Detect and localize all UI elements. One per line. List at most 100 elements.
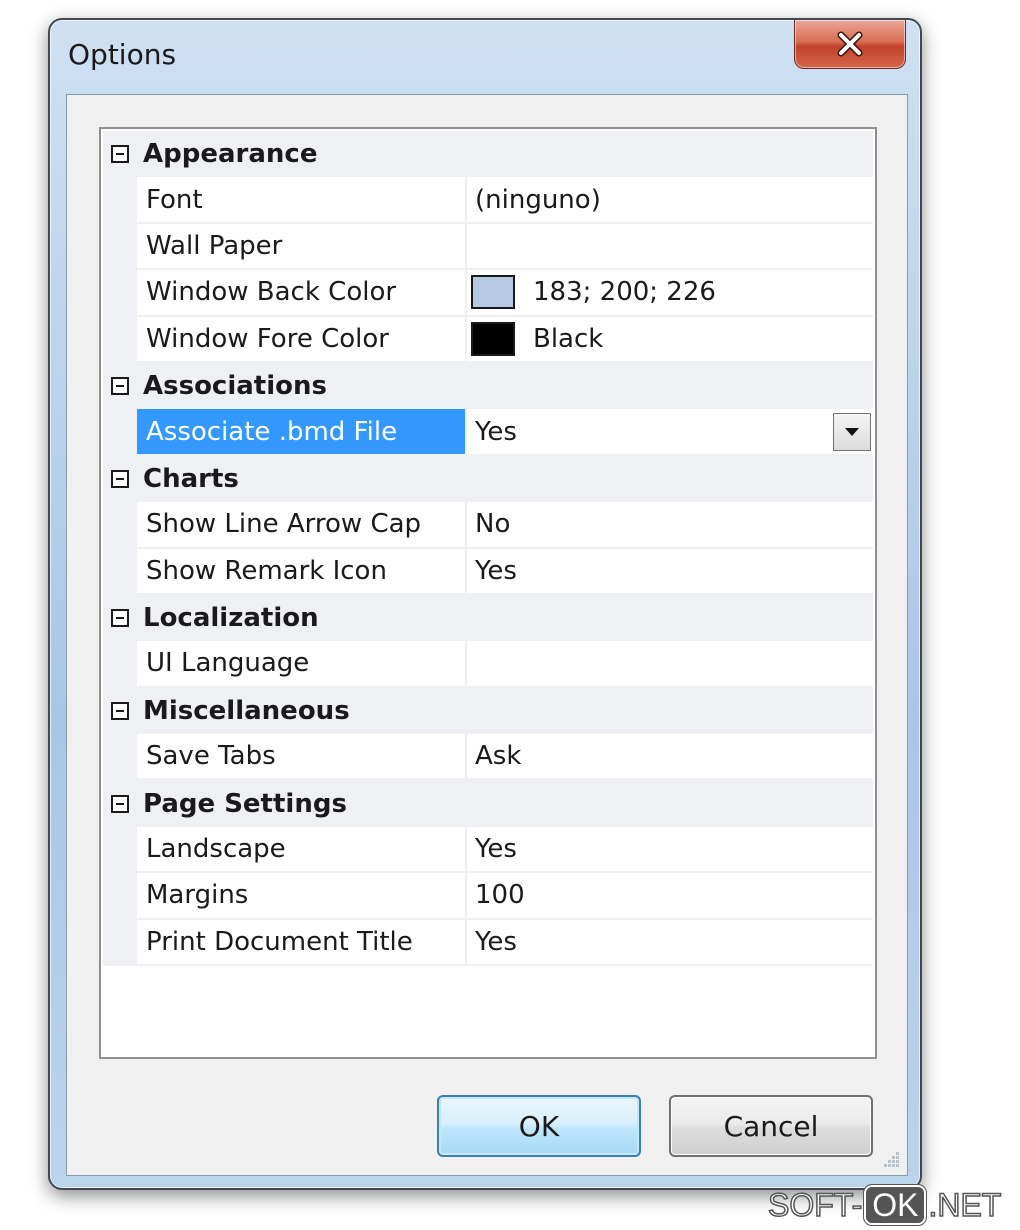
- category-label: Localization: [143, 603, 319, 634]
- property-row[interactable]: Font (ninguno): [103, 177, 873, 224]
- property-row[interactable]: Wall Paper: [103, 223, 873, 271]
- property-value-text: Black: [533, 323, 604, 354]
- property-margin: [103, 734, 137, 781]
- property-name[interactable]: Print Document Title: [137, 919, 467, 967]
- category-row[interactable]: Localization: [103, 594, 873, 642]
- collapse-icon[interactable]: [111, 469, 129, 488]
- category-label: Charts: [143, 463, 239, 494]
- property-name[interactable]: Margins: [137, 873, 467, 920]
- property-margin: [103, 826, 137, 874]
- dialog-client-area: Appearance Font (ninguno) Wall Paper Window …: [66, 94, 908, 1176]
- category-margin: [103, 131, 137, 178]
- window-title: Options: [68, 38, 177, 71]
- property-row[interactable]: Associate .bmd File Yes: [103, 409, 873, 456]
- property-value-text: Yes: [475, 834, 517, 865]
- property-value-text: No: [475, 509, 511, 540]
- property-name[interactable]: Window Back Color: [137, 270, 467, 317]
- ok-button[interactable]: OK: [437, 1095, 641, 1157]
- property-grid[interactable]: Appearance Font (ninguno) Wall Paper Window …: [99, 127, 877, 1059]
- property-margin: [103, 316, 137, 363]
- collapse-icon[interactable]: [111, 609, 129, 628]
- color-swatch: [471, 321, 515, 356]
- close-button[interactable]: [794, 20, 906, 69]
- dropdown-button[interactable]: [833, 413, 871, 452]
- property-value-text: Yes: [475, 926, 517, 957]
- category-margin: [103, 687, 137, 735]
- category-margin: [103, 780, 137, 827]
- cancel-button[interactable]: Cancel: [669, 1095, 873, 1157]
- resize-grip-icon[interactable]: [881, 1149, 901, 1169]
- property-value[interactable]: Yes: [467, 549, 873, 595]
- property-row[interactable]: Print Document Title Yes: [103, 919, 873, 967]
- property-row[interactable]: Landscape Yes: [103, 826, 873, 874]
- property-margin: [103, 502, 137, 549]
- category-margin: [103, 594, 137, 642]
- property-row[interactable]: Window Back Color 183; 200; 226: [103, 270, 873, 317]
- property-margin: [103, 223, 137, 271]
- property-name[interactable]: Show Line Arrow Cap: [137, 502, 467, 549]
- category-label: Appearance: [143, 139, 318, 170]
- property-name[interactable]: Landscape: [137, 826, 467, 874]
- collapse-icon[interactable]: [111, 701, 129, 720]
- property-margin: [103, 409, 137, 456]
- collapse-icon[interactable]: [111, 794, 129, 813]
- watermark-text-box: OK: [863, 1184, 928, 1226]
- property-value[interactable]: No: [467, 502, 873, 549]
- property-value-text: (ninguno): [475, 184, 601, 215]
- close-icon: [835, 31, 865, 57]
- category-row[interactable]: Miscellaneous: [103, 687, 873, 735]
- category-label: Associations: [143, 371, 327, 402]
- options-dialog: Options Appearance Font (ninguno) Wall Pape…: [48, 18, 922, 1190]
- category-row[interactable]: Charts: [103, 455, 873, 503]
- property-value[interactable]: 183; 200; 226: [467, 270, 873, 317]
- property-name[interactable]: Font: [137, 177, 467, 224]
- category-margin: [103, 455, 137, 503]
- property-margin: [103, 270, 137, 317]
- property-row[interactable]: UI Language: [103, 641, 873, 688]
- property-value-text: Yes: [475, 555, 517, 586]
- property-value[interactable]: Yes: [467, 920, 873, 967]
- property-margin: [103, 919, 137, 967]
- watermark: SOFT- OK .NET: [767, 1184, 1002, 1226]
- property-margin: [103, 873, 137, 920]
- property-value-text: 100: [475, 880, 525, 911]
- property-value-text: Yes: [475, 416, 517, 447]
- color-swatch: [471, 275, 515, 310]
- property-row[interactable]: Show Line Arrow Cap No: [103, 502, 873, 549]
- category-label: Page Settings: [143, 788, 347, 819]
- property-value-text: Ask: [475, 741, 522, 772]
- watermark-text-left: SOFT-: [767, 1186, 863, 1224]
- watermark-text-right: .NET: [928, 1186, 1002, 1224]
- property-grid-rows: Appearance Font (ninguno) Wall Paper Window …: [103, 131, 873, 967]
- property-name[interactable]: Wall Paper: [137, 223, 467, 271]
- property-row[interactable]: Save Tabs Ask: [103, 734, 873, 781]
- property-row[interactable]: Show Remark Icon Yes: [103, 548, 873, 595]
- category-row[interactable]: Page Settings: [103, 780, 873, 827]
- property-value-text: 183; 200; 226: [533, 277, 716, 308]
- property-value[interactable]: [467, 224, 873, 271]
- property-name[interactable]: UI Language: [137, 641, 467, 688]
- category-label: Miscellaneous: [143, 695, 350, 726]
- property-row[interactable]: Margins 100: [103, 873, 873, 920]
- property-margin: [103, 548, 137, 595]
- property-name[interactable]: Show Remark Icon: [137, 548, 467, 595]
- property-value[interactable]: Yes: [467, 827, 873, 874]
- property-value[interactable]: [467, 641, 873, 688]
- property-value[interactable]: Black: [467, 317, 873, 363]
- property-value[interactable]: 100: [467, 873, 873, 920]
- property-value[interactable]: Ask: [467, 734, 873, 781]
- collapse-icon[interactable]: [111, 377, 129, 396]
- collapse-icon[interactable]: [111, 145, 129, 164]
- property-row[interactable]: Window Fore Color Black: [103, 316, 873, 363]
- property-margin: [103, 641, 137, 688]
- category-margin: [103, 362, 137, 410]
- property-margin: [103, 177, 137, 224]
- category-row[interactable]: Appearance: [103, 131, 873, 178]
- chevron-down-icon: [844, 427, 860, 437]
- property-value[interactable]: (ninguno): [467, 177, 873, 224]
- property-name[interactable]: Window Fore Color: [137, 316, 467, 363]
- property-name[interactable]: Save Tabs: [137, 734, 467, 781]
- property-value[interactable]: Yes: [467, 409, 873, 456]
- property-name[interactable]: Associate .bmd File: [137, 409, 467, 456]
- category-row[interactable]: Associations: [103, 362, 873, 410]
